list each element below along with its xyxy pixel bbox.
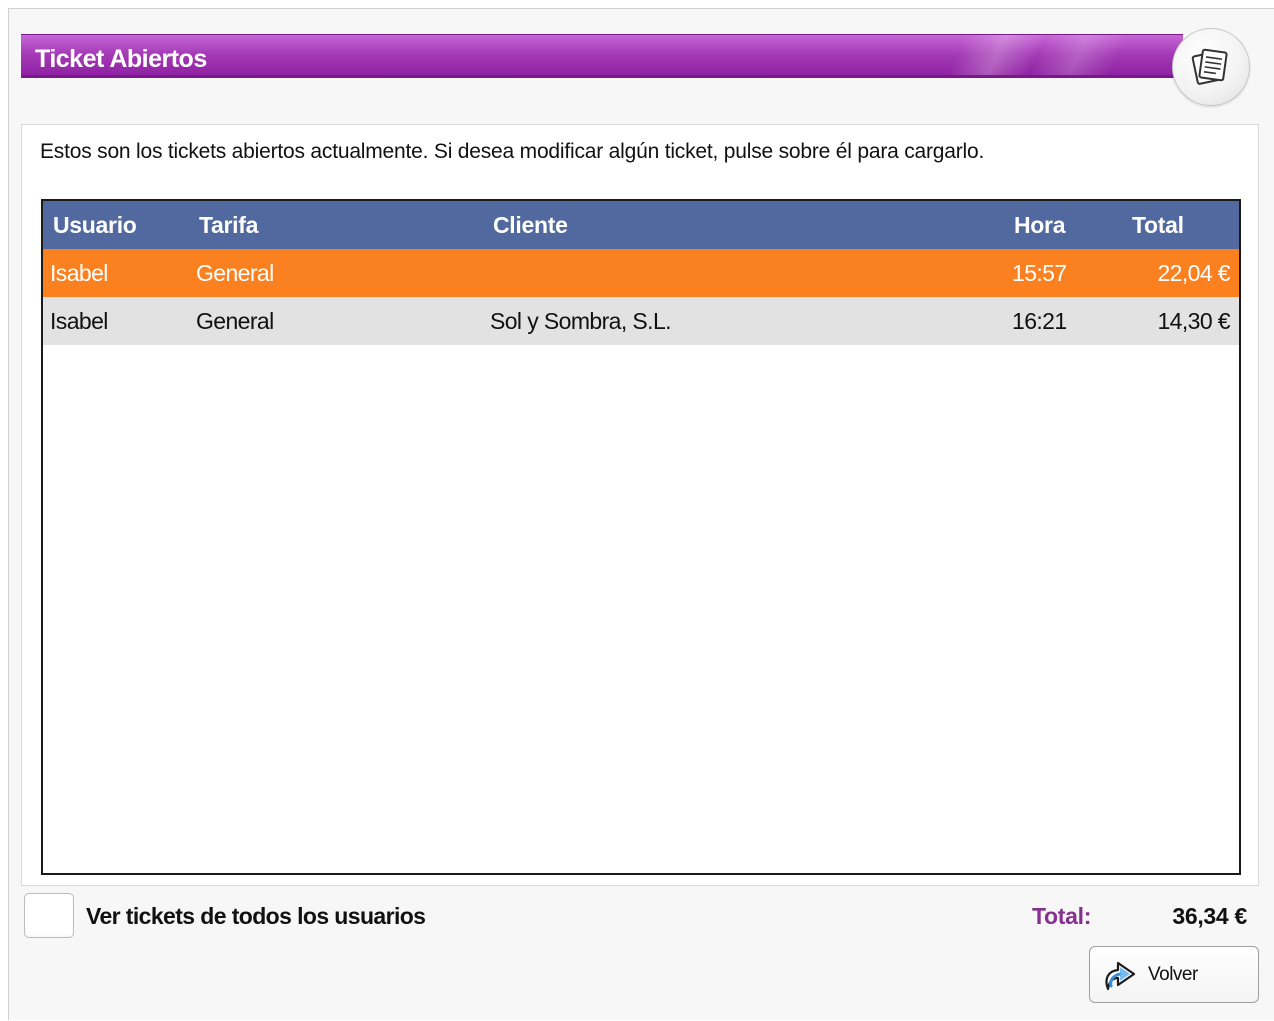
back-button[interactable]: Volver: [1089, 946, 1259, 1003]
cell-total: 14,30 €: [1157, 308, 1230, 334]
cell-tarifa: General: [196, 260, 274, 286]
cell-hora: 16:21: [1012, 308, 1067, 334]
all-users-checkbox-label[interactable]: Ver tickets de todos los usuarios: [86, 903, 426, 930]
column-header-usuario[interactable]: Usuario: [53, 212, 137, 239]
title-bar-shine: [893, 35, 1123, 78]
back-button-label: Volver: [1148, 964, 1198, 985]
tickets-table: Usuario Tarifa Cliente Hora Total Isabel…: [41, 199, 1241, 875]
window-title: Ticket Abiertos: [35, 45, 207, 73]
title-bar: Ticket Abiertos: [21, 34, 1183, 78]
table-row[interactable]: Isabel General Sol y Sombra, S.L. 16:21 …: [43, 297, 1239, 345]
table-row[interactable]: Isabel General 15:57 22,04 €: [43, 249, 1239, 297]
title-bar-underline: [21, 75, 1183, 78]
cell-usuario: Isabel: [50, 260, 108, 286]
tickets-stack-icon: [1172, 28, 1250, 106]
table-header: Usuario Tarifa Cliente Hora Total: [43, 201, 1239, 249]
column-header-cliente[interactable]: Cliente: [493, 212, 568, 239]
total-value: 36,34 €: [1172, 903, 1247, 929]
cell-cliente: Sol y Sombra, S.L.: [490, 308, 672, 334]
intro-text: Estos son los tickets abiertos actualmen…: [40, 140, 985, 163]
cell-hora: 15:57: [1012, 260, 1067, 286]
column-header-tarifa[interactable]: Tarifa: [199, 212, 258, 239]
column-header-hora[interactable]: Hora: [1014, 212, 1066, 239]
all-users-checkbox[interactable]: [24, 893, 74, 938]
total-label: Total:: [1032, 903, 1092, 929]
cell-tarifa: General: [196, 308, 274, 334]
cell-total: 22,04 €: [1157, 260, 1230, 286]
cell-usuario: Isabel: [50, 308, 108, 334]
column-header-total[interactable]: Total: [1132, 212, 1184, 239]
